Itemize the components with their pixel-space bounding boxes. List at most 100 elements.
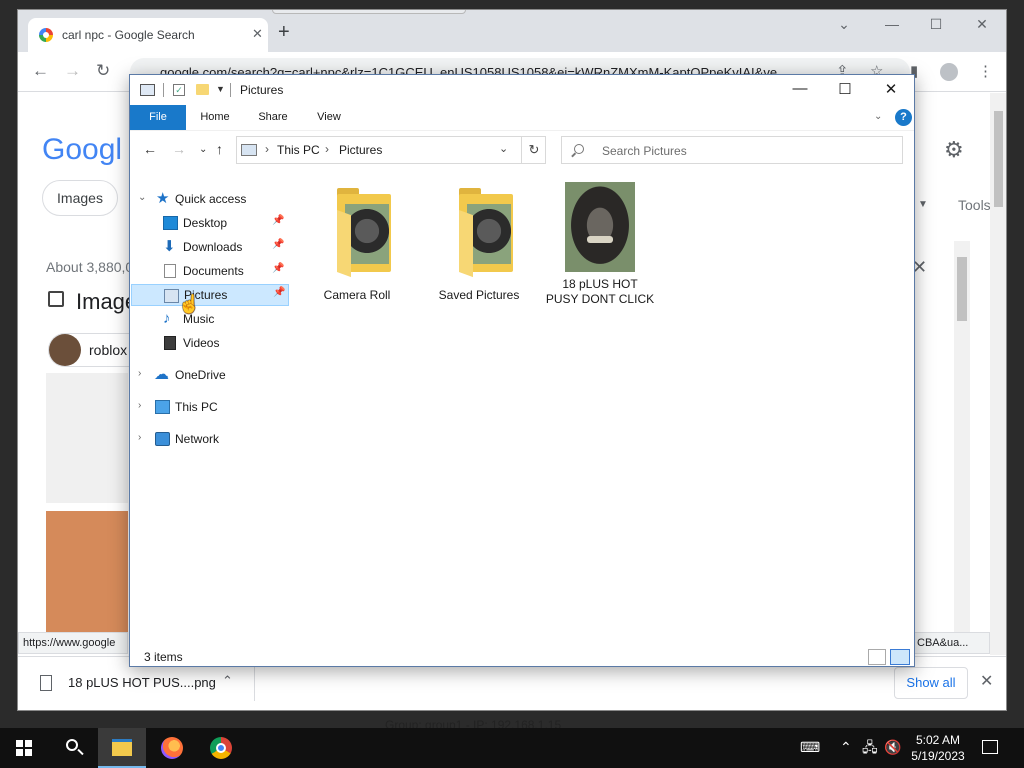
nav-music[interactable]: ♪ Music — [130, 308, 288, 330]
tab-view[interactable]: View — [306, 105, 352, 130]
properties-icon[interactable] — [140, 84, 155, 96]
search-icon — [574, 144, 584, 154]
chevron-right-icon[interactable]: › — [138, 432, 141, 443]
forward-arrow-icon[interactable]: → — [172, 142, 186, 156]
chevron-right-icon[interactable]: › — [138, 400, 141, 411]
window-title: Pictures — [240, 83, 284, 97]
nav-label: OneDrive — [175, 368, 226, 382]
desktop: Group: group1 - IP: 192.168.1.15 carl np… — [0, 0, 1024, 732]
chevron-down-icon[interactable]: ⌄ — [499, 142, 508, 155]
nav-onedrive[interactable]: › ☁ OneDrive — [130, 364, 288, 386]
nav-downloads[interactable]: ⬇ Downloads 📌 — [130, 236, 288, 258]
nav-pictures[interactable]: Pictures 📌 — [131, 284, 289, 306]
notification-center-icon[interactable] — [982, 740, 998, 754]
menu-kebab-icon[interactable]: ⋮ — [978, 62, 993, 80]
chevron-up-icon[interactable]: ⌃ — [840, 740, 852, 754]
settings-gear-icon[interactable]: ⚙ — [944, 137, 964, 163]
pin-icon: 📌 — [272, 239, 285, 250]
folder-item[interactable]: Camera Roll — [302, 182, 412, 332]
close-shelf-icon[interactable]: ✕ — [980, 671, 993, 691]
network-status-icon[interactable]: 🖧 — [862, 740, 878, 754]
folder-front — [459, 210, 473, 278]
chevron-down-icon[interactable]: ⌄ — [138, 192, 146, 203]
minimize-icon[interactable]: — — [882, 16, 902, 32]
chevron-up-icon[interactable]: ⌃ — [222, 673, 233, 689]
taskbar-firefox[interactable] — [148, 728, 196, 768]
keyboard-icon[interactable]: ⌨ — [800, 740, 820, 754]
profile-avatar[interactable] — [940, 63, 958, 81]
tab-home[interactable]: Home — [192, 105, 238, 130]
details-view-icon[interactable] — [868, 649, 886, 665]
document-icon — [164, 264, 176, 278]
new-tab-button[interactable]: + — [278, 22, 290, 42]
google-logo[interactable]: Googl — [42, 133, 122, 167]
start-button[interactable] — [0, 728, 48, 768]
folder-preview-image — [345, 204, 389, 264]
nav-documents[interactable]: Documents 📌 — [130, 260, 288, 282]
nav-desktop[interactable]: Desktop 📌 — [130, 212, 288, 234]
scrollbar-thumb[interactable] — [957, 257, 967, 321]
divider — [230, 83, 231, 97]
page-scrollbar[interactable] — [990, 93, 1006, 655]
breadcrumb-separator[interactable]: › — [325, 142, 329, 156]
close-window-icon[interactable]: ✕ — [972, 16, 992, 33]
refresh-icon[interactable]: ↻ — [521, 137, 546, 163]
tab-close-icon[interactable]: ✕ — [252, 26, 263, 42]
search-placeholder: Search Pictures — [602, 144, 687, 158]
image-file-item[interactable]: 18 pLUS HOT PUSY DONT CLICK — [545, 182, 655, 352]
breadcrumb-pictures[interactable]: Pictures — [339, 143, 382, 157]
results-scrollbar[interactable] — [954, 241, 970, 637]
search-pictures-input[interactable]: Search Pictures — [561, 136, 903, 164]
maximize-icon[interactable]: ☐ — [833, 80, 857, 98]
folder-icon — [445, 188, 513, 278]
system-clock[interactable]: 5:02 AM 5/19/2023 — [906, 732, 970, 764]
minimize-icon[interactable]: — — [788, 80, 812, 97]
show-all-button[interactable]: Show all — [894, 667, 968, 699]
taskbar-chrome[interactable] — [197, 728, 245, 768]
folder-item[interactable]: Saved Pictures — [424, 182, 534, 332]
checkmark-icon[interactable]: ✓ — [173, 84, 185, 96]
tab-google-search[interactable]: carl npc - Google Search ✕ — [28, 18, 268, 52]
recent-locations-icon[interactable]: ⌄ — [199, 145, 207, 155]
explorer-status-bar: 3 items — [130, 646, 914, 666]
nav-videos[interactable]: Videos — [130, 332, 288, 354]
volume-muted-icon[interactable]: 🔇 — [884, 740, 901, 754]
result-image[interactable] — [46, 511, 128, 635]
taskbar-search-button[interactable] — [50, 728, 98, 768]
download-filename[interactable]: 18 pLUS HOT PUS....png — [68, 675, 216, 690]
up-arrow-icon[interactable]: ↑ — [216, 142, 223, 156]
breadcrumb-this-pc[interactable]: This PC — [277, 143, 320, 157]
desktop-icon — [163, 216, 178, 230]
new-folder-icon[interactable] — [196, 84, 209, 95]
chevron-right-icon[interactable]: › — [138, 368, 141, 379]
reload-icon[interactable]: ↻ — [96, 62, 110, 79]
explorer-titlebar: ✓ ▼ Pictures — ☐ ✕ — [130, 75, 914, 105]
result-image[interactable] — [46, 373, 128, 503]
help-icon[interactable]: ? — [895, 109, 912, 126]
tab-share[interactable]: Share — [250, 105, 296, 130]
forward-arrow-icon[interactable]: → — [64, 62, 81, 79]
expand-ribbon-icon[interactable]: ⌄ — [874, 111, 882, 122]
close-window-icon[interactable]: ✕ — [879, 80, 903, 98]
folder-contents: Camera Roll Saved Pictures 18 pLUS HOT P… — [290, 168, 914, 646]
roblox-thumbnail — [49, 334, 81, 366]
clock-time: 5:02 AM — [915, 733, 961, 747]
tab-search-chevron-icon[interactable]: ⌄ — [834, 16, 854, 33]
explorer-address-bar[interactable]: › This PC › Pictures ⌄ ↻ — [236, 136, 546, 164]
images-filter-chip[interactable]: Images — [42, 180, 118, 216]
folder-front — [337, 210, 351, 278]
item-label: 18 pLUS HOT PUSY DONT CLICK — [545, 277, 655, 306]
tab-file[interactable]: File — [130, 105, 186, 130]
quick-access-dropdown-icon[interactable]: ▼ — [216, 84, 225, 94]
nav-this-pc[interactable]: › This PC — [130, 396, 288, 418]
tab-strip: carl npc - Google Search ✕ + ⌄ — ☐ ✕ — [18, 10, 1006, 52]
nav-network[interactable]: › Network — [130, 428, 288, 450]
back-arrow-icon[interactable]: ← — [143, 142, 157, 156]
nav-quick-access[interactable]: ⌄ ★ Quick access — [130, 188, 288, 210]
scrollbar-thumb[interactable] — [994, 111, 1003, 207]
tools-button[interactable]: Tools — [958, 197, 991, 213]
back-arrow-icon[interactable]: ← — [32, 62, 49, 79]
maximize-icon[interactable]: ☐ — [926, 16, 946, 33]
large-icons-view-icon[interactable] — [890, 649, 910, 665]
taskbar-file-explorer[interactable] — [98, 728, 146, 768]
